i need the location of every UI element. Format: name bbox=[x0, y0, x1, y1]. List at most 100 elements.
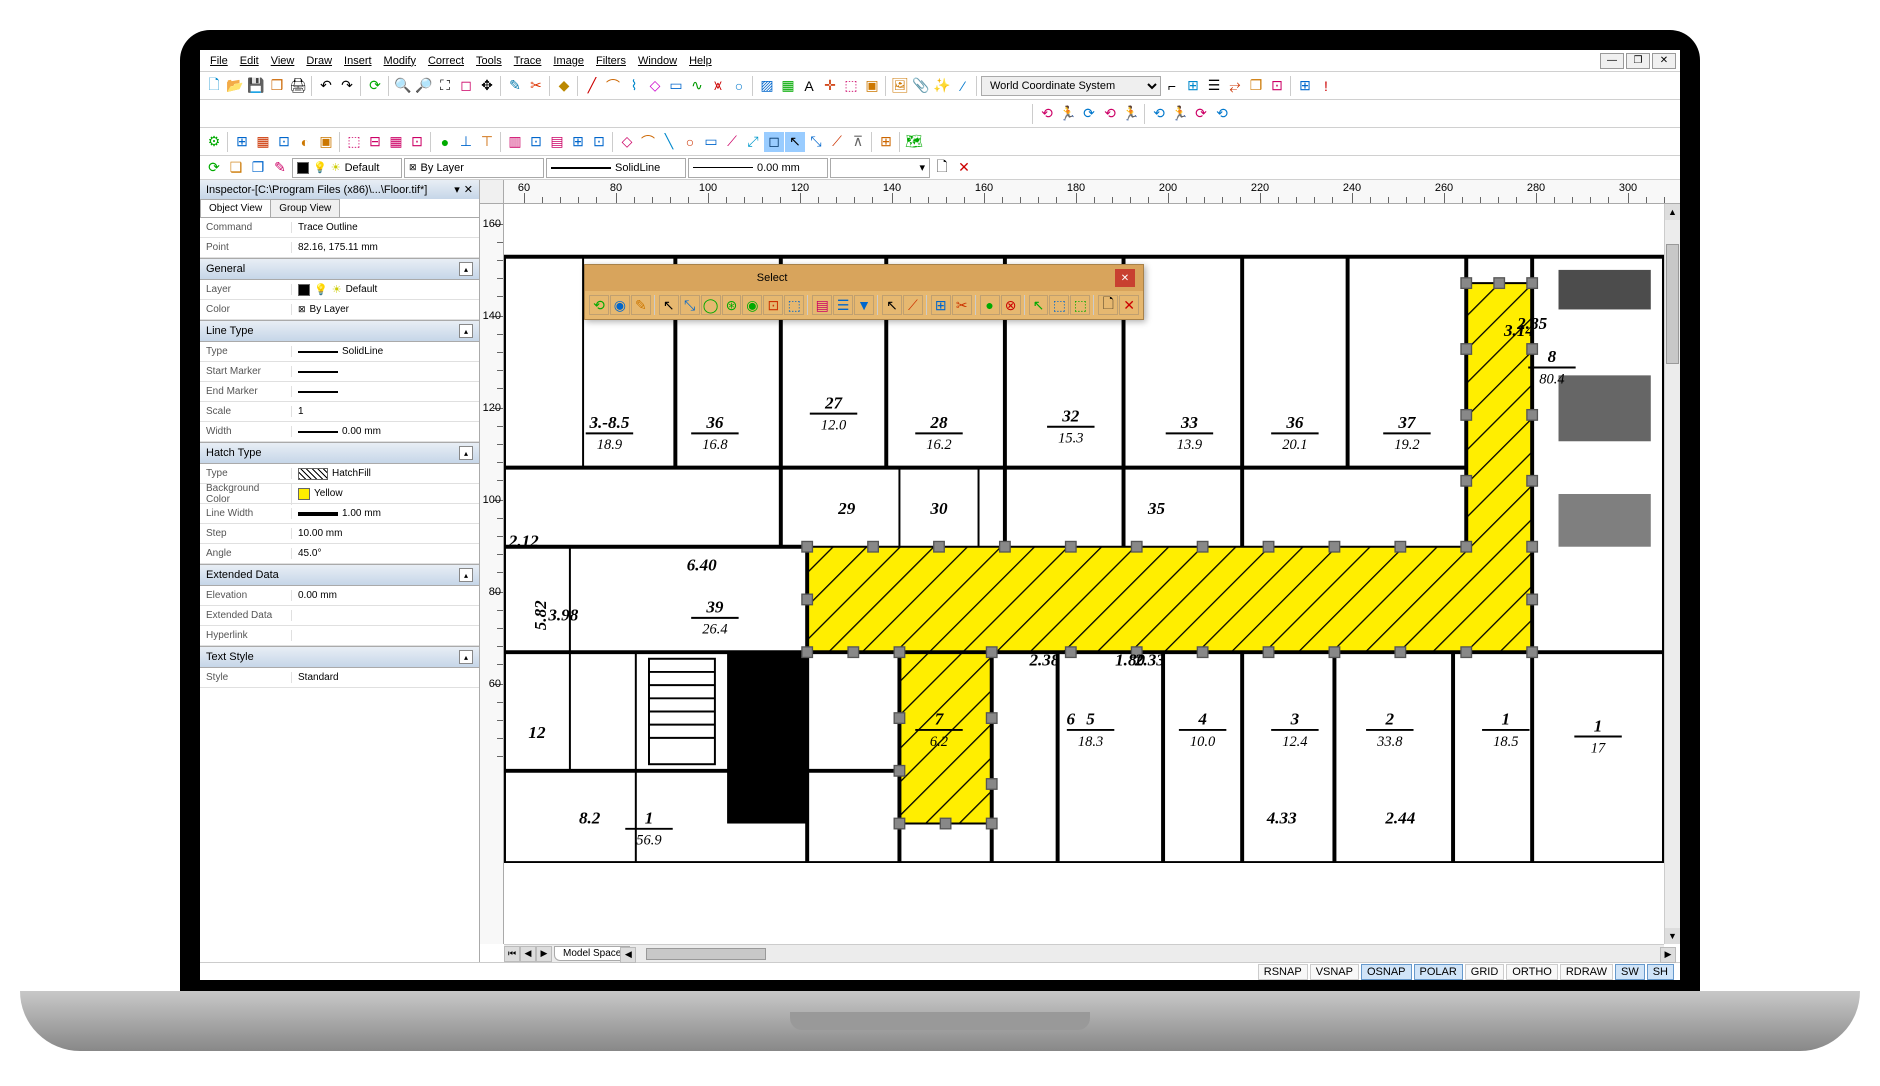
pt-icon-2[interactable]: ❏ bbox=[226, 158, 246, 178]
attach-icon[interactable]: 📎 bbox=[911, 76, 931, 96]
prop-value[interactable] bbox=[292, 371, 479, 373]
polyline-icon[interactable]: ⌇ bbox=[624, 76, 644, 96]
prop-row[interactable]: Color⊠By Layer bbox=[200, 300, 479, 320]
prop-value[interactable]: 0.00 mm bbox=[292, 426, 479, 437]
collapse-icon[interactable]: ▴ bbox=[459, 446, 473, 460]
insert-image-icon[interactable]: 🖼 bbox=[890, 76, 910, 96]
prop-row[interactable]: Width0.00 mm bbox=[200, 422, 479, 442]
dt-icon-27[interactable]: ↖ bbox=[785, 132, 805, 152]
prop-value[interactable]: Trace Outline bbox=[292, 222, 479, 233]
ucs-icon-1[interactable]: ⌐ bbox=[1162, 76, 1182, 96]
menu-window[interactable]: Window bbox=[632, 53, 683, 69]
prop-row[interactable]: Layer💡☀Default bbox=[200, 280, 479, 300]
status-vsnap[interactable]: VSNAP bbox=[1310, 964, 1359, 980]
sel-icon-4[interactable]: ↖ bbox=[659, 295, 679, 315]
viewport[interactable]: 3.-8.518.93616.82712.02816.23215.33313.9… bbox=[504, 204, 1664, 944]
menu-filters[interactable]: Filters bbox=[590, 53, 632, 69]
dt-icon-15[interactable]: ⊡ bbox=[526, 132, 546, 152]
open-icon[interactable]: 📂 bbox=[225, 76, 245, 96]
prop-row[interactable]: Angle45.0° bbox=[200, 544, 479, 564]
prop-row[interactable]: TypeSolidLine bbox=[200, 342, 479, 362]
dt-icon-18[interactable]: ⊡ bbox=[589, 132, 609, 152]
menu-draw[interactable]: Draw bbox=[300, 53, 338, 69]
menu-view[interactable]: View bbox=[265, 53, 301, 69]
status-grid[interactable]: GRID bbox=[1465, 964, 1505, 980]
color-field[interactable]: ⊠ By Layer bbox=[404, 158, 544, 178]
sel-icon-7[interactable]: ⊛ bbox=[722, 295, 742, 315]
text-icon[interactable]: A bbox=[799, 76, 819, 96]
sel-icon-17[interactable]: ✂ bbox=[952, 295, 972, 315]
prop-row[interactable]: Step10.00 mm bbox=[200, 524, 479, 544]
tool-icon-2[interactable]: ✂ bbox=[526, 76, 546, 96]
menu-image[interactable]: Image bbox=[547, 53, 590, 69]
sel-icon-10[interactable]: ⬚ bbox=[784, 295, 804, 315]
dt-icon-14[interactable]: ▥ bbox=[505, 132, 525, 152]
grid-icon[interactable]: ⊞ bbox=[1295, 76, 1315, 96]
sel-icon-9[interactable]: ⊡ bbox=[763, 295, 783, 315]
dt-icon-30[interactable]: ⊼ bbox=[848, 132, 868, 152]
sel-icon-16[interactable]: ⊞ bbox=[931, 295, 951, 315]
dt-icon-11[interactable]: ● bbox=[435, 132, 455, 152]
prop-row[interactable]: End Marker bbox=[200, 382, 479, 402]
nav-icon-6[interactable]: ⟲ bbox=[1149, 104, 1169, 124]
prop-row[interactable]: Background ColorYellow bbox=[200, 484, 479, 504]
model-space-tab[interactable]: Model Space bbox=[554, 946, 630, 961]
tab-nav-first[interactable]: ⏮ bbox=[504, 946, 520, 962]
menu-edit[interactable]: Edit bbox=[234, 53, 265, 69]
prop-value[interactable]: Yellow bbox=[292, 488, 479, 500]
arc-icon[interactable]: ⌒ bbox=[603, 76, 623, 96]
menu-file[interactable]: File bbox=[204, 53, 234, 69]
dt-icon-22[interactable]: ○ bbox=[680, 132, 700, 152]
sel-icon-12[interactable]: ☰ bbox=[833, 295, 853, 315]
magic-icon[interactable]: ✨ bbox=[932, 76, 952, 96]
collapse-icon[interactable]: ▴ bbox=[459, 324, 473, 338]
window-maximize[interactable]: ❐ bbox=[1626, 53, 1650, 69]
sel-icon-15[interactable]: ⟋ bbox=[903, 295, 923, 315]
nav-icon-9[interactable]: ⟲ bbox=[1212, 104, 1232, 124]
sel-icon-8[interactable]: ◉ bbox=[742, 295, 762, 315]
fill-icon[interactable]: ▦ bbox=[778, 76, 798, 96]
prop-group-header[interactable]: Text Style▴ bbox=[200, 646, 479, 668]
pt-delete-icon[interactable]: ✕ bbox=[954, 158, 974, 178]
sel-icon-19[interactable]: ⊗ bbox=[1001, 295, 1021, 315]
sel-icon-2[interactable]: ◉ bbox=[610, 295, 630, 315]
prop-value[interactable]: Standard bbox=[292, 672, 479, 683]
zoom-extents-icon[interactable]: ⛶ bbox=[435, 76, 455, 96]
save-icon[interactable]: 💾 bbox=[246, 76, 266, 96]
pt-icon-3[interactable]: ❐ bbox=[248, 158, 268, 178]
prop-value[interactable]: 1 bbox=[292, 406, 479, 417]
dt-icon-32[interactable]: 🗺 bbox=[904, 132, 924, 152]
sel-icon-5[interactable]: ⤡ bbox=[680, 295, 700, 315]
dt-icon-2[interactable]: ⊞ bbox=[232, 132, 252, 152]
prop-row[interactable]: Elevation0.00 mm bbox=[200, 586, 479, 606]
ucs-icon-6[interactable]: ⊡ bbox=[1267, 76, 1287, 96]
prop-value[interactable]: 45.0° bbox=[292, 548, 479, 559]
status-ortho[interactable]: ORTHO bbox=[1506, 964, 1558, 980]
dt-icon-1[interactable]: ⚙ bbox=[204, 132, 224, 152]
dt-icon-17[interactable]: ⊞ bbox=[568, 132, 588, 152]
tab-group-view[interactable]: Group View bbox=[270, 199, 340, 217]
hatch-icon[interactable]: ▨ bbox=[757, 76, 777, 96]
dt-icon-20[interactable]: ⌒ bbox=[638, 132, 658, 152]
prop-group-header[interactable]: General▴ bbox=[200, 258, 479, 280]
hscroll-right[interactable]: ▶ bbox=[1660, 947, 1676, 963]
prop-row[interactable]: Scale1 bbox=[200, 402, 479, 422]
dt-icon-4[interactable]: ⊡ bbox=[274, 132, 294, 152]
nav-icon-1[interactable]: ⟲ bbox=[1037, 104, 1057, 124]
ucs-icon-3[interactable]: ☰ bbox=[1204, 76, 1224, 96]
dt-icon-5[interactable]: ◐ bbox=[295, 132, 315, 152]
tool-icon-3[interactable]: ◆ bbox=[554, 76, 574, 96]
sel-icon-3[interactable]: ✎ bbox=[631, 295, 651, 315]
prop-row[interactable]: Start Marker bbox=[200, 362, 479, 382]
prop-group-header[interactable]: Hatch Type▴ bbox=[200, 442, 479, 464]
rect-icon[interactable]: ▭ bbox=[666, 76, 686, 96]
dt-icon-19[interactable]: ◇ bbox=[617, 132, 637, 152]
block-icon[interactable]: ▣ bbox=[862, 76, 882, 96]
prop-value[interactable]: ⊠By Layer bbox=[292, 304, 479, 315]
status-rsnap[interactable]: RSNAP bbox=[1258, 964, 1308, 980]
undo-icon[interactable]: ↶ bbox=[316, 76, 336, 96]
nav-icon-7[interactable]: 🏃 bbox=[1170, 104, 1190, 124]
dt-icon-28[interactable]: ⤡ bbox=[806, 132, 826, 152]
window-minimize[interactable]: — bbox=[1600, 53, 1624, 69]
refresh-icon[interactable]: ⟳ bbox=[365, 76, 385, 96]
